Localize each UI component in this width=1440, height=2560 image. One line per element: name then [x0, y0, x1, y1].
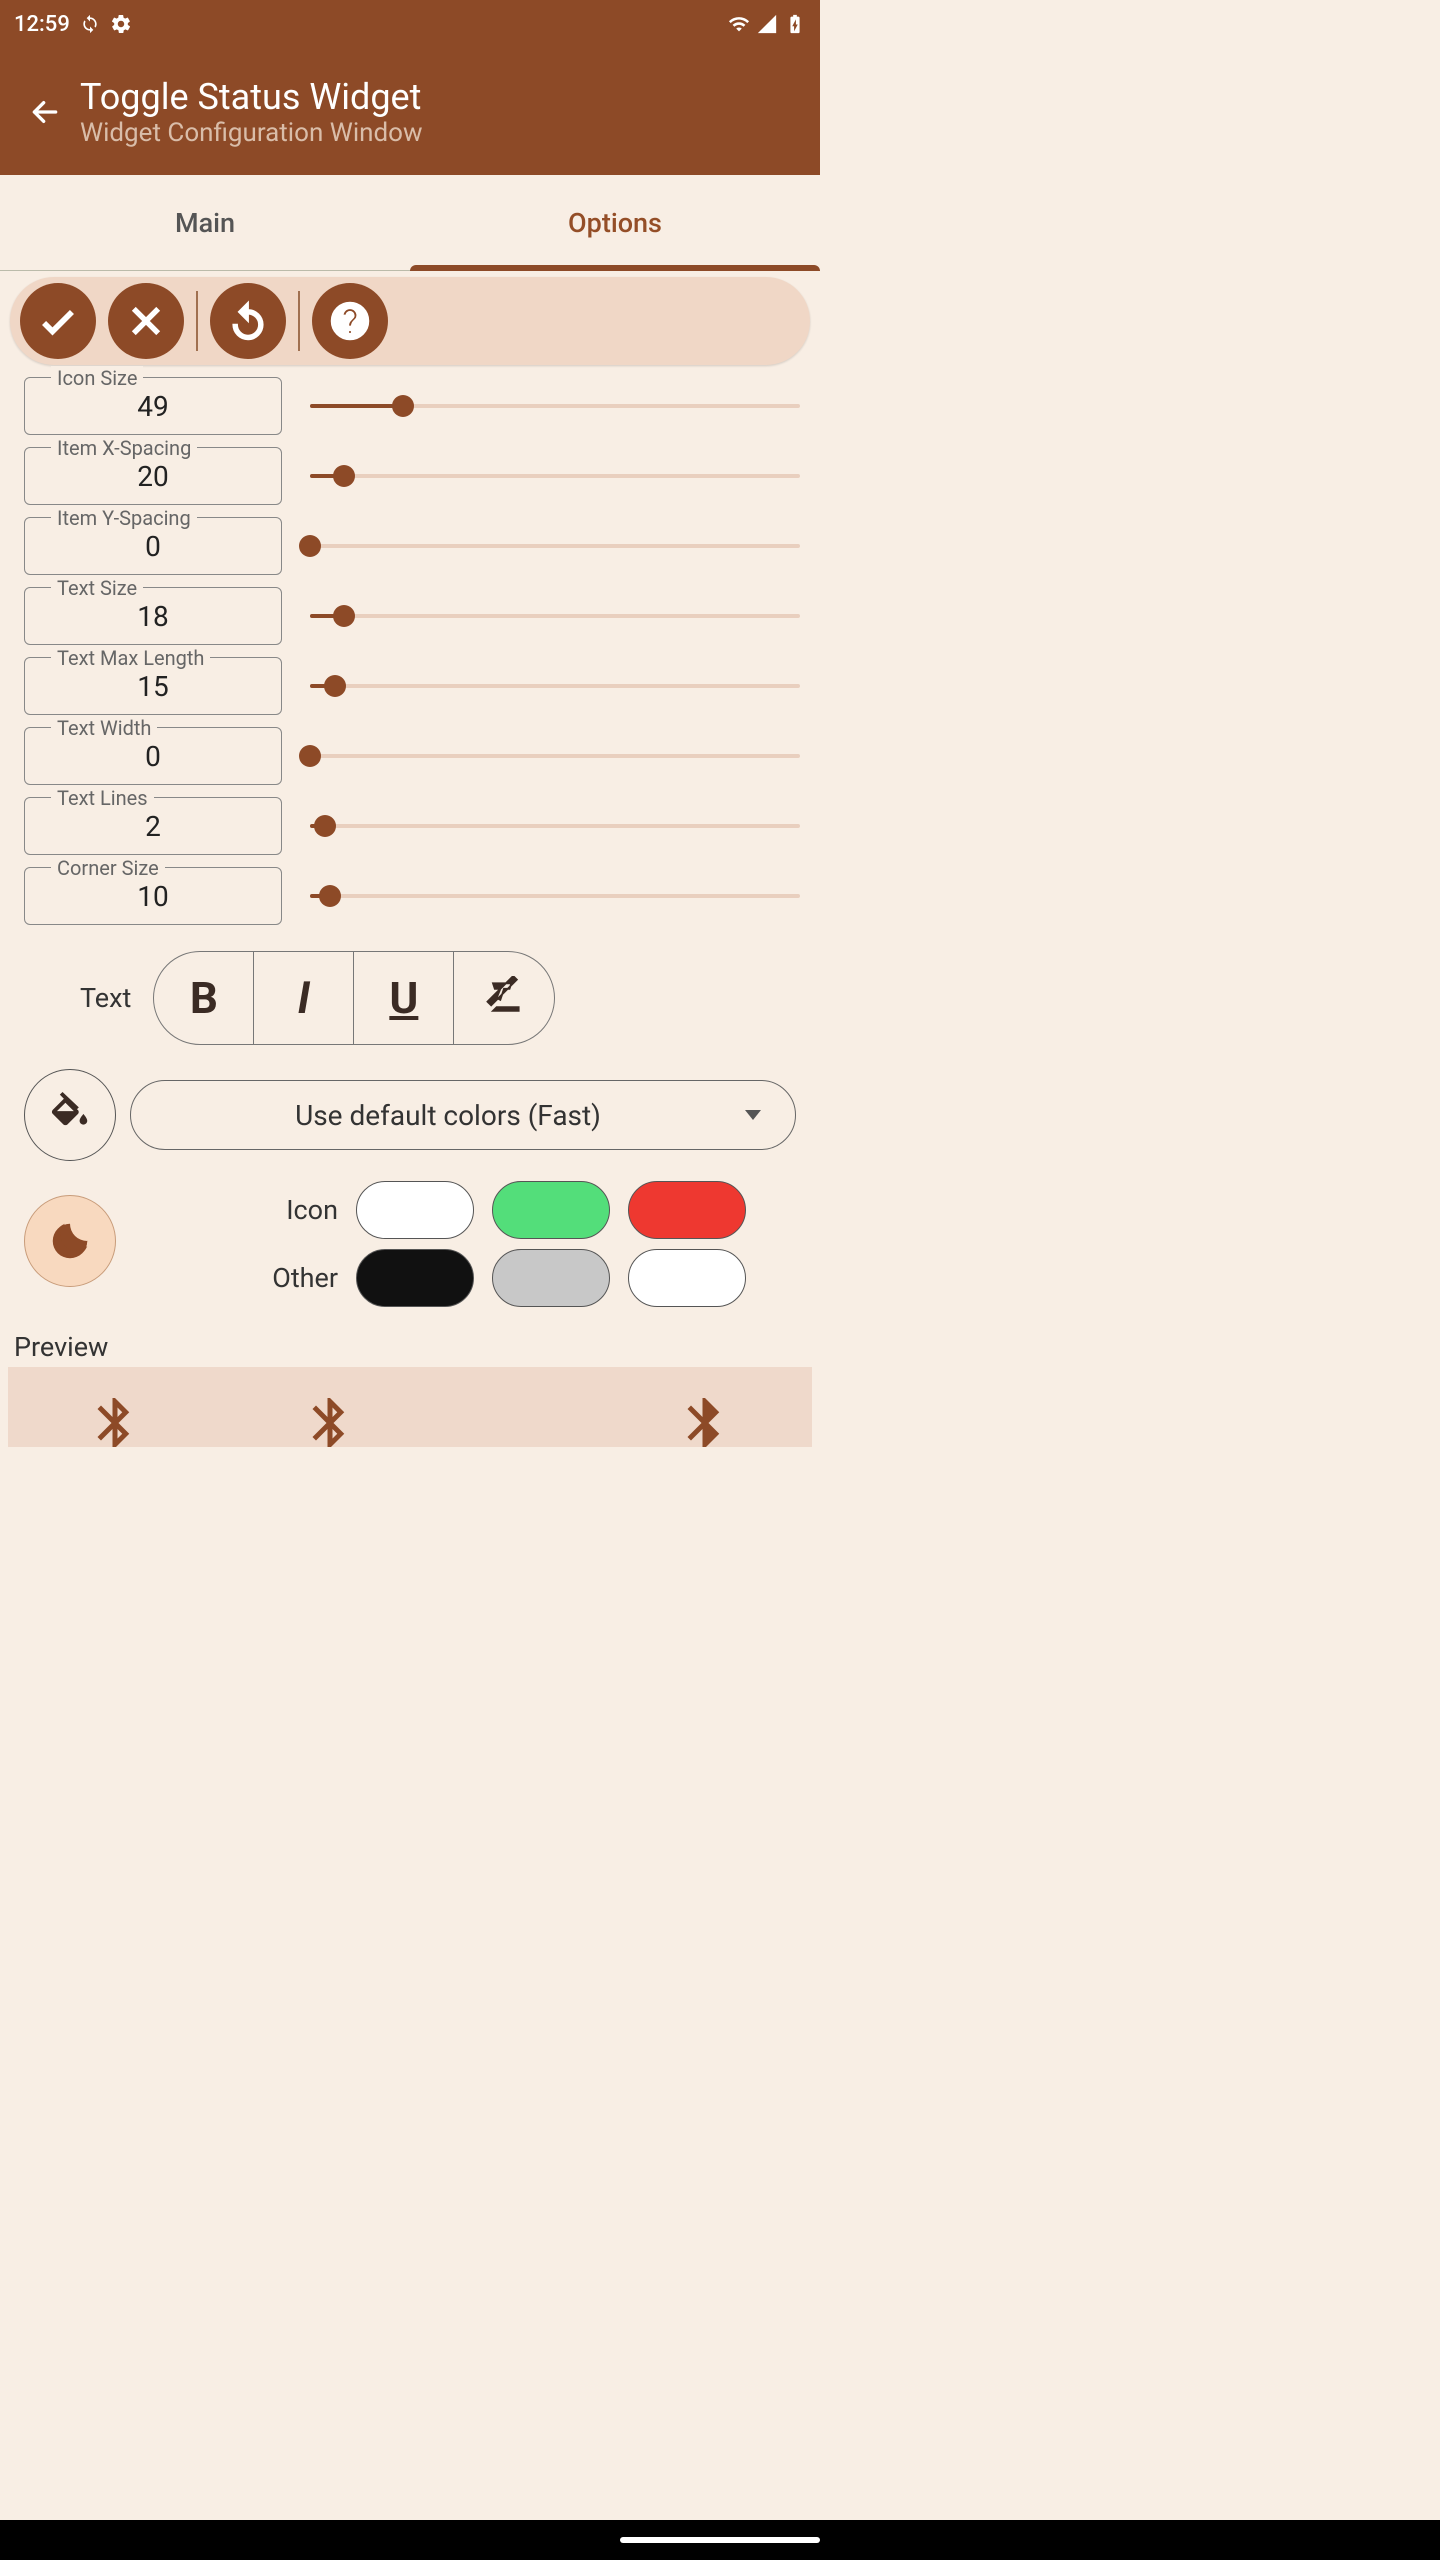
- field-value: 15: [137, 670, 168, 703]
- setting-row: Text Lines2: [24, 791, 800, 861]
- value-field[interactable]: Item X-Spacing20: [24, 447, 282, 505]
- underline-button[interactable]: U: [354, 952, 454, 1044]
- swatch-other-2[interactable]: [492, 1249, 610, 1307]
- swatch-icon-3[interactable]: [628, 1181, 746, 1239]
- tab-options[interactable]: Options: [410, 175, 820, 270]
- confirm-button[interactable]: [20, 283, 96, 359]
- value-field[interactable]: Text Width0: [24, 727, 282, 785]
- page-subtitle: Widget Configuration Window: [80, 118, 423, 148]
- field-value: 10: [137, 880, 168, 913]
- other-swatches: Other: [130, 1239, 796, 1307]
- home-handle[interactable]: [620, 2537, 820, 2543]
- slider[interactable]: [310, 461, 800, 491]
- field-label: Item X-Spacing: [51, 436, 197, 460]
- field-value: 0: [145, 740, 161, 773]
- setting-row: Text Size18: [24, 581, 800, 651]
- separator: [298, 291, 300, 351]
- value-field[interactable]: Text Size18: [24, 587, 282, 645]
- sync-icon: [80, 14, 100, 34]
- field-label: Text Size: [51, 576, 143, 600]
- app-bar: Toggle Status Widget Widget Configuratio…: [0, 48, 820, 175]
- action-toolbar: [10, 277, 810, 365]
- icon-row-label: Icon: [228, 1194, 338, 1226]
- preview-label: Preview: [0, 1307, 820, 1367]
- bluetooth-icon: [300, 1373, 360, 1447]
- setting-row: Corner Size10: [24, 861, 800, 931]
- field-value: 18: [137, 600, 168, 633]
- page-title: Toggle Status Widget: [80, 76, 423, 118]
- slider[interactable]: [310, 391, 800, 421]
- clear-format-button[interactable]: [454, 952, 554, 1044]
- value-field[interactable]: Text Lines2: [24, 797, 282, 855]
- swatch-other-1[interactable]: [356, 1249, 474, 1307]
- setting-row: Text Width0: [24, 721, 800, 791]
- bluetooth-icon: [675, 1373, 735, 1447]
- setting-row: Icon Size49: [24, 371, 800, 441]
- tab-main[interactable]: Main: [0, 175, 410, 270]
- slider[interactable]: [310, 881, 800, 911]
- status-bar: 12:59: [0, 0, 820, 48]
- value-field[interactable]: Item Y-Spacing0: [24, 517, 282, 575]
- preview-pane: [8, 1367, 812, 1447]
- signal-icon: [756, 13, 778, 35]
- swatch-icon-1[interactable]: [356, 1181, 474, 1239]
- value-field[interactable]: Corner Size10: [24, 867, 282, 925]
- theme-button[interactable]: [24, 1195, 116, 1287]
- field-value: 0: [145, 530, 161, 563]
- bluetooth-icon: [85, 1373, 145, 1447]
- separator: [196, 291, 198, 351]
- value-field[interactable]: Text Max Length15: [24, 657, 282, 715]
- fill-color-button[interactable]: [24, 1069, 116, 1161]
- battery-icon: [784, 13, 806, 35]
- reset-button[interactable]: [210, 283, 286, 359]
- help-button[interactable]: [312, 283, 388, 359]
- field-label: Corner Size: [51, 856, 165, 880]
- color-mode-select[interactable]: Use default colors (Fast): [130, 1080, 796, 1150]
- text-format-row: Text B I U: [0, 931, 820, 1053]
- chevron-down-icon: [745, 1110, 761, 1120]
- field-label: Item Y-Spacing: [51, 506, 197, 530]
- slider[interactable]: [310, 741, 800, 771]
- tab-bar: Main Options: [0, 175, 820, 271]
- slider[interactable]: [310, 811, 800, 841]
- slider[interactable]: [310, 671, 800, 701]
- setting-row: Item X-Spacing20: [24, 441, 800, 511]
- swatch-other-3[interactable]: [628, 1249, 746, 1307]
- field-label: Icon Size: [51, 366, 143, 390]
- back-button[interactable]: [10, 96, 80, 128]
- icon-swatches: Icon: [130, 1175, 796, 1239]
- field-label: Text Width: [51, 716, 157, 740]
- nav-bar: [0, 2520, 1440, 2560]
- field-value: 20: [137, 460, 168, 493]
- field-label: Text Lines: [51, 786, 154, 810]
- italic-button[interactable]: I: [254, 952, 354, 1044]
- text-label: Text: [80, 982, 131, 1014]
- swatch-icon-2[interactable]: [492, 1181, 610, 1239]
- other-row-label: Other: [228, 1262, 338, 1294]
- field-value: 49: [137, 390, 168, 423]
- slider[interactable]: [310, 531, 800, 561]
- color-row: Use default colors (Fast): [0, 1053, 820, 1161]
- cancel-button[interactable]: [108, 283, 184, 359]
- wifi-icon: [728, 13, 750, 35]
- format-segment: B I U: [153, 951, 555, 1045]
- setting-row: Text Max Length15: [24, 651, 800, 721]
- field-value: 2: [145, 810, 161, 843]
- field-label: Text Max Length: [51, 646, 210, 670]
- bold-button[interactable]: B: [154, 952, 254, 1044]
- gear-icon: [110, 13, 132, 35]
- setting-row: Item Y-Spacing0: [24, 511, 800, 581]
- value-field[interactable]: Icon Size49: [24, 377, 282, 435]
- clock-text: 12:59: [14, 12, 70, 37]
- slider[interactable]: [310, 601, 800, 631]
- settings-rows: Icon Size49Item X-Spacing20Item Y-Spacin…: [0, 371, 820, 931]
